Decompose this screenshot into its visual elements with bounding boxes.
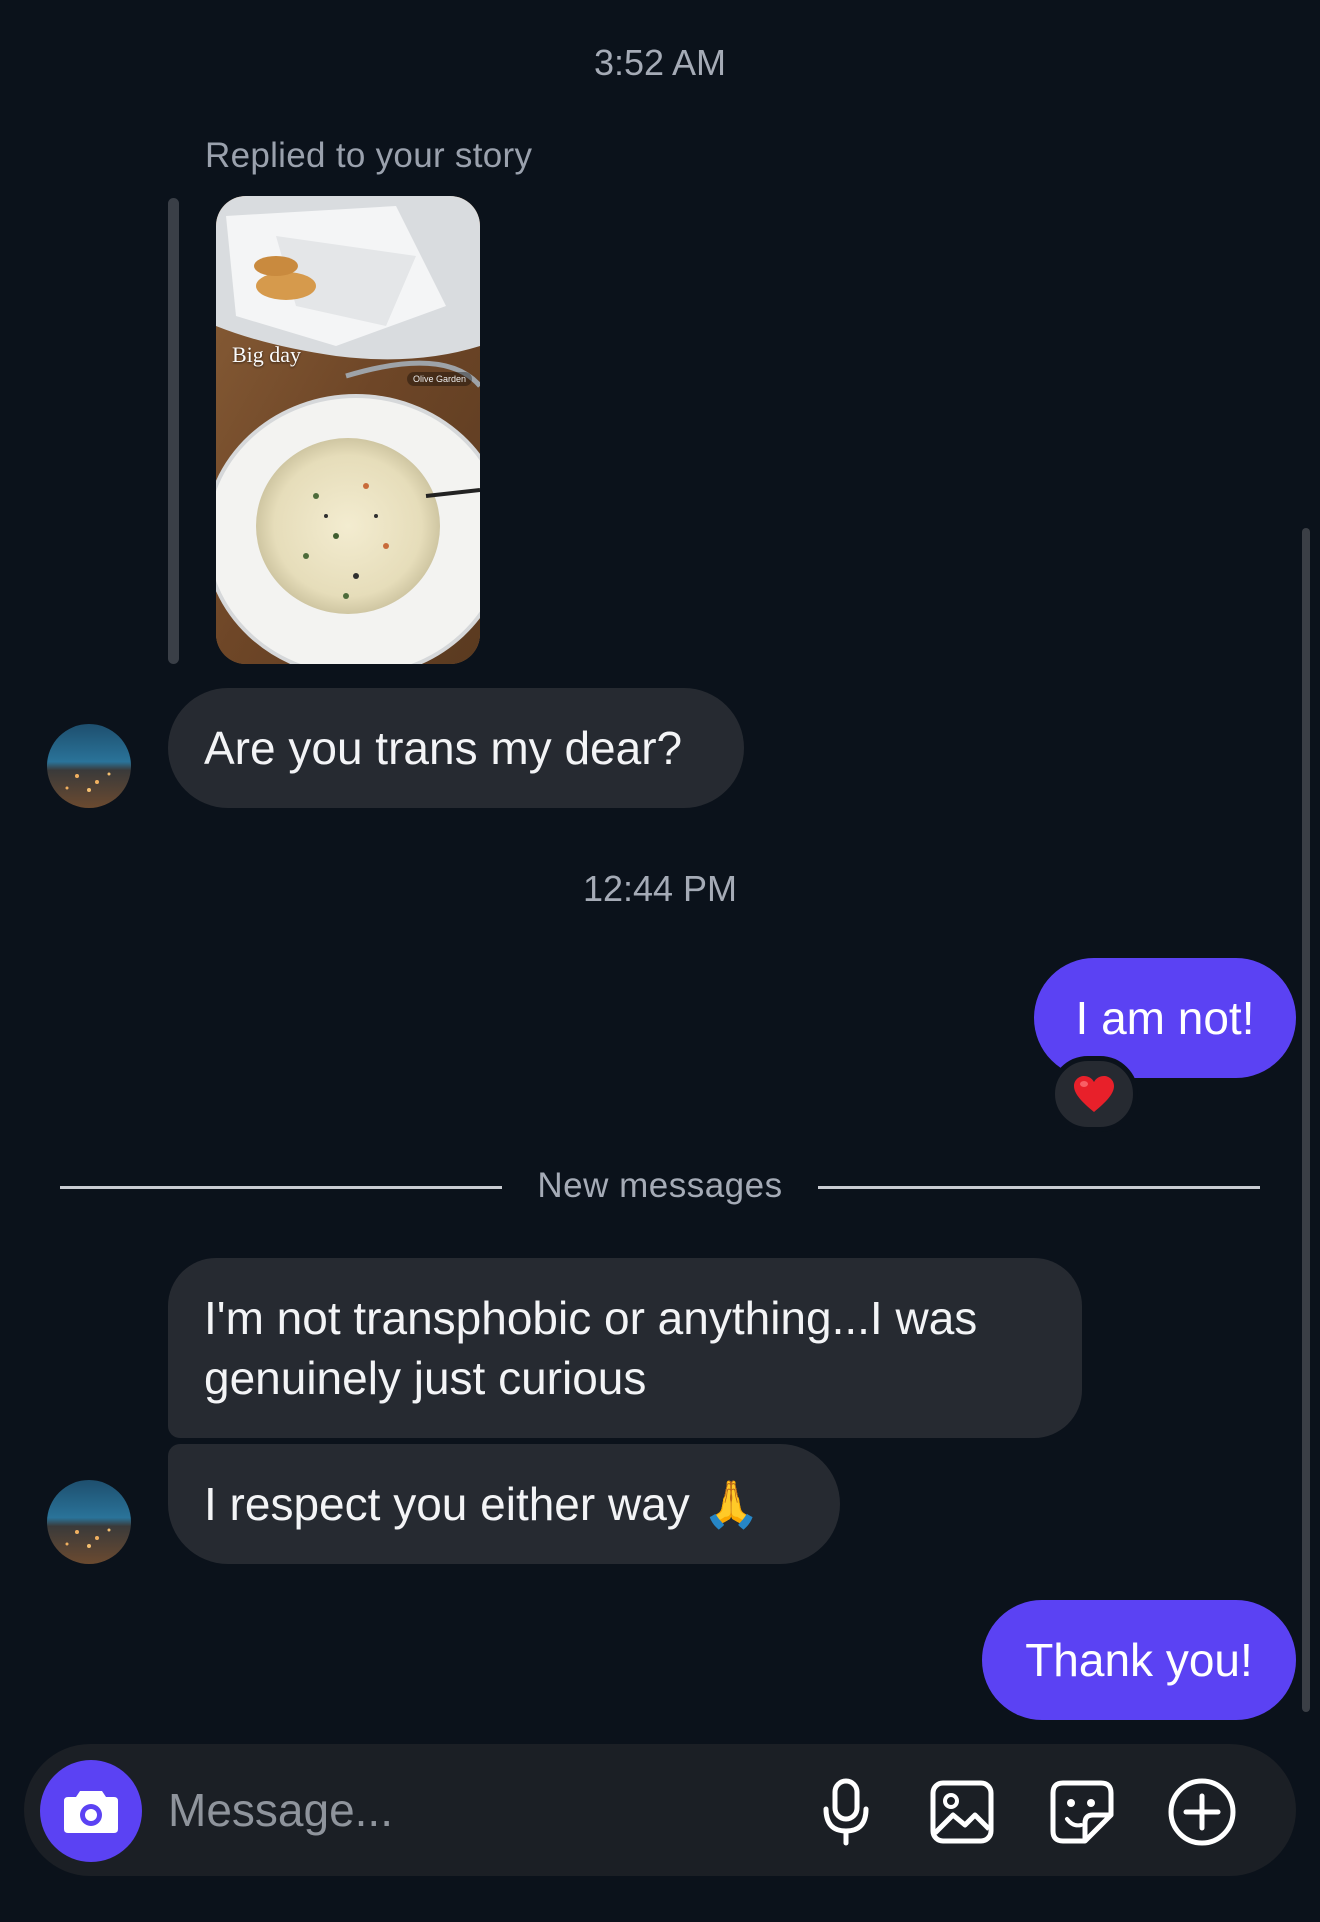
heart-icon (1074, 1076, 1114, 1112)
heart-reaction[interactable] (1050, 1056, 1138, 1132)
story-location-tag: Olive Garden (406, 372, 472, 386)
message-text: I am not! (1075, 992, 1255, 1044)
microphone-button[interactable] (806, 1772, 886, 1852)
camera-button[interactable] (40, 1760, 142, 1862)
message-input[interactable] (168, 1774, 788, 1846)
message-composer (24, 1744, 1296, 1876)
gallery-icon (930, 1780, 994, 1844)
incoming-message[interactable]: I'm not transphobic or anything...I was … (168, 1258, 1082, 1438)
incoming-message[interactable]: I respect you either way 🙏 (168, 1444, 840, 1564)
story-image (216, 196, 480, 664)
gallery-button[interactable] (922, 1772, 1002, 1852)
outgoing-message[interactable]: Thank you! (982, 1600, 1296, 1720)
story-reply-label: Replied to your story (205, 136, 533, 175)
timestamp: 3:52 AM (593, 42, 727, 83)
story-caption: Big day (232, 342, 302, 367)
message-text: I'm not transphobic or anything...I was … (204, 1292, 978, 1404)
avatar[interactable] (47, 1480, 131, 1564)
chat-screen: 3:52 AM Replied to your story Big day Ol… (0, 0, 1320, 1922)
avatar[interactable] (47, 724, 131, 808)
message-text: Are you trans my dear? (204, 722, 683, 774)
avatar-image (47, 724, 131, 808)
divider-line (818, 1186, 1260, 1189)
plus-circle-icon (1168, 1778, 1236, 1846)
sticker-button[interactable] (1042, 1772, 1122, 1852)
scrollbar[interactable] (1302, 528, 1310, 1712)
avatar-image (47, 1480, 131, 1564)
add-button[interactable] (1162, 1772, 1242, 1852)
message-text: I respect you either way 🙏 (204, 1478, 760, 1530)
sticker-icon (1050, 1780, 1114, 1844)
camera-icon (64, 1791, 118, 1833)
incoming-message[interactable]: Are you trans my dear? (168, 688, 744, 808)
timestamp: 12:44 PM (582, 868, 738, 909)
message-text: Thank you! (1025, 1634, 1253, 1686)
story-thumbnail[interactable]: Big day Olive Garden (216, 196, 480, 664)
reply-indicator-bar (168, 198, 179, 664)
microphone-icon (823, 1778, 869, 1846)
